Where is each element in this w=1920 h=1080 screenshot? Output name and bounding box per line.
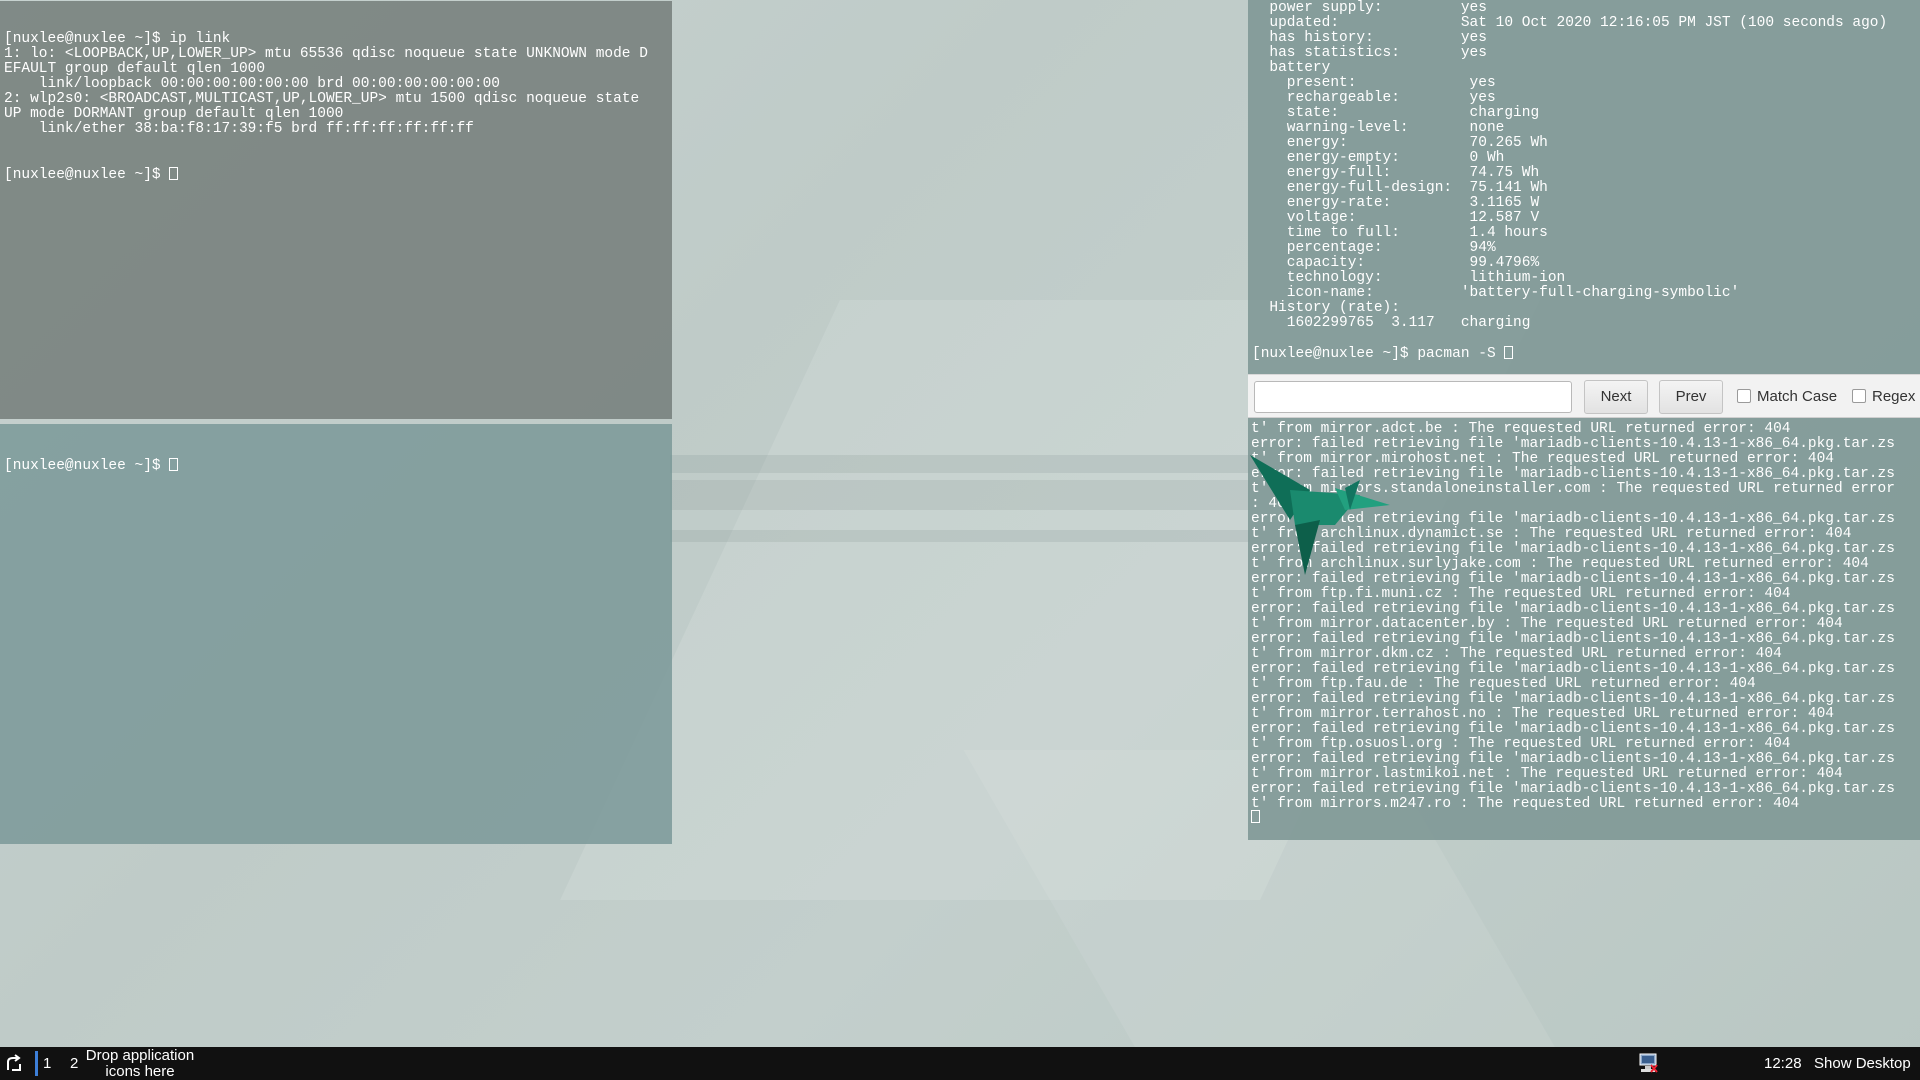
terminal-line: UP mode DORMANT group default qlen 1000 [4, 106, 344, 122]
terminal-line: t' from mirror.dkm.cz : The requested UR… [1251, 646, 1782, 662]
terminal-line: energy-full-design: 75.141 Wh [1252, 180, 1548, 196]
terminal-line: error: failed retrieving file 'mariadb-c… [1251, 601, 1895, 617]
terminal-line: [nuxlee@nuxlee ~]$ ip link [4, 31, 231, 47]
terminal-prompt-line: [nuxlee@nuxlee ~]$ [4, 167, 668, 183]
terminal-line: error: failed retrieving file 'mariadb-c… [1251, 691, 1895, 707]
terminal-right[interactable]: power supply: yes updated: Sat 10 Oct 20… [1248, 0, 1920, 840]
terminal-line: present: yes [1252, 75, 1496, 91]
terminal-cursor [1504, 346, 1514, 359]
terminal-output: [nuxlee@nuxlee ~]$ ip link 1: lo: <LOOPBA… [4, 32, 668, 137]
regex-label: Regex [1872, 388, 1916, 405]
terminal-line: voltage: 12.587 V [1252, 210, 1540, 226]
workspace-1[interactable]: 1 [43, 1055, 51, 1072]
terminal-prompt: [nuxlee@nuxlee ~]$ pacman -S [1252, 346, 1505, 362]
active-workspace-marker [35, 1051, 38, 1076]
prev-button[interactable]: Prev [1659, 380, 1723, 414]
terminal-line: History (rate): [1252, 300, 1400, 316]
terminal-line: energy-rate: 3.1165 W [1252, 195, 1540, 211]
terminal-line: error: failed retrieving file 'mariadb-c… [1251, 631, 1895, 647]
terminal-line: error: failed retrieving file 'mariadb-c… [1251, 661, 1895, 677]
terminal-cursor [1251, 810, 1260, 823]
search-input[interactable] [1254, 381, 1572, 413]
terminal-line: t' from mirror.datacenter.by : The reque… [1251, 616, 1843, 632]
show-desktop-button[interactable]: Show Desktop [1814, 1055, 1911, 1072]
terminal-prompt-line: [nuxlee@nuxlee ~]$ pacman -S [1252, 346, 1514, 362]
match-case-checkbox[interactable] [1737, 389, 1751, 403]
terminal-top-left[interactable]: [nuxlee@nuxlee ~]$ ip link 1: lo: <LOOPBA… [0, 1, 672, 419]
terminal-line: percentage: 94% [1252, 240, 1496, 256]
terminal-line: icon-name: 'battery-full-charging-symbol… [1252, 285, 1740, 301]
next-button[interactable]: Next [1584, 380, 1648, 414]
workspace-2[interactable]: 2 [70, 1055, 78, 1072]
terminal-line: t' from ftp.fau.de : The requested URL r… [1251, 676, 1756, 692]
terminal-line: has statistics: yes [1252, 45, 1487, 61]
terminal-line: link/loopback 00:00:00:00:00:00 brd 00:0… [4, 76, 500, 92]
terminal-line: energy-empty: 0 Wh [1252, 150, 1505, 166]
terminal-line: 2: wlp2s0: <BROADCAST,MULTICAST,UP,LOWER… [4, 91, 640, 107]
launcher-icon[interactable] [4, 1054, 24, 1074]
terminal-line: power supply: yes [1252, 0, 1487, 16]
taskbar-drop-hint: Drop application icons here [85, 1047, 195, 1080]
terminal-line: t' from mirror.terrahost.no : The reques… [1251, 706, 1834, 722]
terminal-line: t' from mirror.adct.be : The requested U… [1251, 421, 1791, 437]
terminal-line: link/ether 38:ba:f8:17:39:f5 brd ff:ff:f… [4, 121, 474, 137]
terminal-cursor [169, 167, 179, 180]
terminal-line: capacity: 99.4796% [1252, 255, 1540, 271]
wallpaper-streak [670, 530, 1250, 542]
terminal-prompt: [nuxlee@nuxlee ~]$ [4, 458, 170, 474]
network-icon[interactable] [1637, 1052, 1659, 1074]
terminal-line: rechargeable: yes [1252, 90, 1496, 106]
terminal-cursor-line [1251, 810, 1260, 825]
terminal-line: warning-level: none [1252, 120, 1505, 136]
terminal-line: 1: lo: <LOOPBACK,UP,LOWER_UP> mtu 65536 … [4, 46, 648, 62]
origami-bird-icon [1250, 455, 1390, 575]
terminal-search-bar: Next Prev Match Case Regex [1248, 374, 1920, 418]
match-case-label: Match Case [1757, 388, 1838, 405]
terminal-prompt: [nuxlee@nuxlee ~]$ [4, 167, 170, 183]
terminal-line: 1602299765 3.117 charging [1252, 315, 1531, 331]
terminal-line: error: failed retrieving file 'mariadb-c… [1251, 721, 1895, 737]
terminal-line: has history: yes [1252, 30, 1487, 46]
terminal-line: t' from ftp.fi.muni.cz : The requested U… [1251, 586, 1791, 602]
terminal-prompt-line: [nuxlee@nuxlee ~]$ [4, 458, 668, 474]
taskbar: 1 2 Drop application icons here 12:28 Sh… [0, 1047, 1920, 1080]
terminal-line: error: failed retrieving file 'mariadb-c… [1251, 781, 1895, 797]
upower-output: power supply: yes updated: Sat 10 Oct 20… [1252, 1, 1887, 331]
terminal-line: EFAULT group default qlen 1000 [4, 61, 266, 77]
terminal-line: time to full: 1.4 hours [1252, 225, 1548, 241]
terminal-line: energy: 70.265 Wh [1252, 135, 1548, 151]
terminal-line: state: charging [1252, 105, 1540, 121]
terminal-line: t' from mirror.lastmikoi.net : The reque… [1251, 766, 1843, 782]
clock[interactable]: 12:28 [1764, 1055, 1802, 1072]
terminal-line: t' from ftp.osuosl.org : The requested U… [1251, 736, 1791, 752]
wallpaper-streak [670, 455, 1250, 473]
wallpaper-streak [670, 480, 1250, 510]
terminal-line: technology: lithium-ion [1252, 270, 1566, 286]
terminal-bottom-left[interactable]: [nuxlee@nuxlee ~]$ [0, 424, 672, 844]
terminal-cursor [169, 458, 179, 471]
terminal-line: t' from mirrors.m247.ro : The requested … [1251, 796, 1800, 812]
terminal-line: error: failed retrieving file 'mariadb-c… [1251, 751, 1895, 767]
terminal-line: energy-full: 74.75 Wh [1252, 165, 1540, 181]
regex-checkbox[interactable] [1852, 389, 1866, 403]
terminal-line: battery [1252, 60, 1331, 76]
terminal-line: updated: Sat 10 Oct 2020 12:16:05 PM JST… [1252, 15, 1888, 31]
